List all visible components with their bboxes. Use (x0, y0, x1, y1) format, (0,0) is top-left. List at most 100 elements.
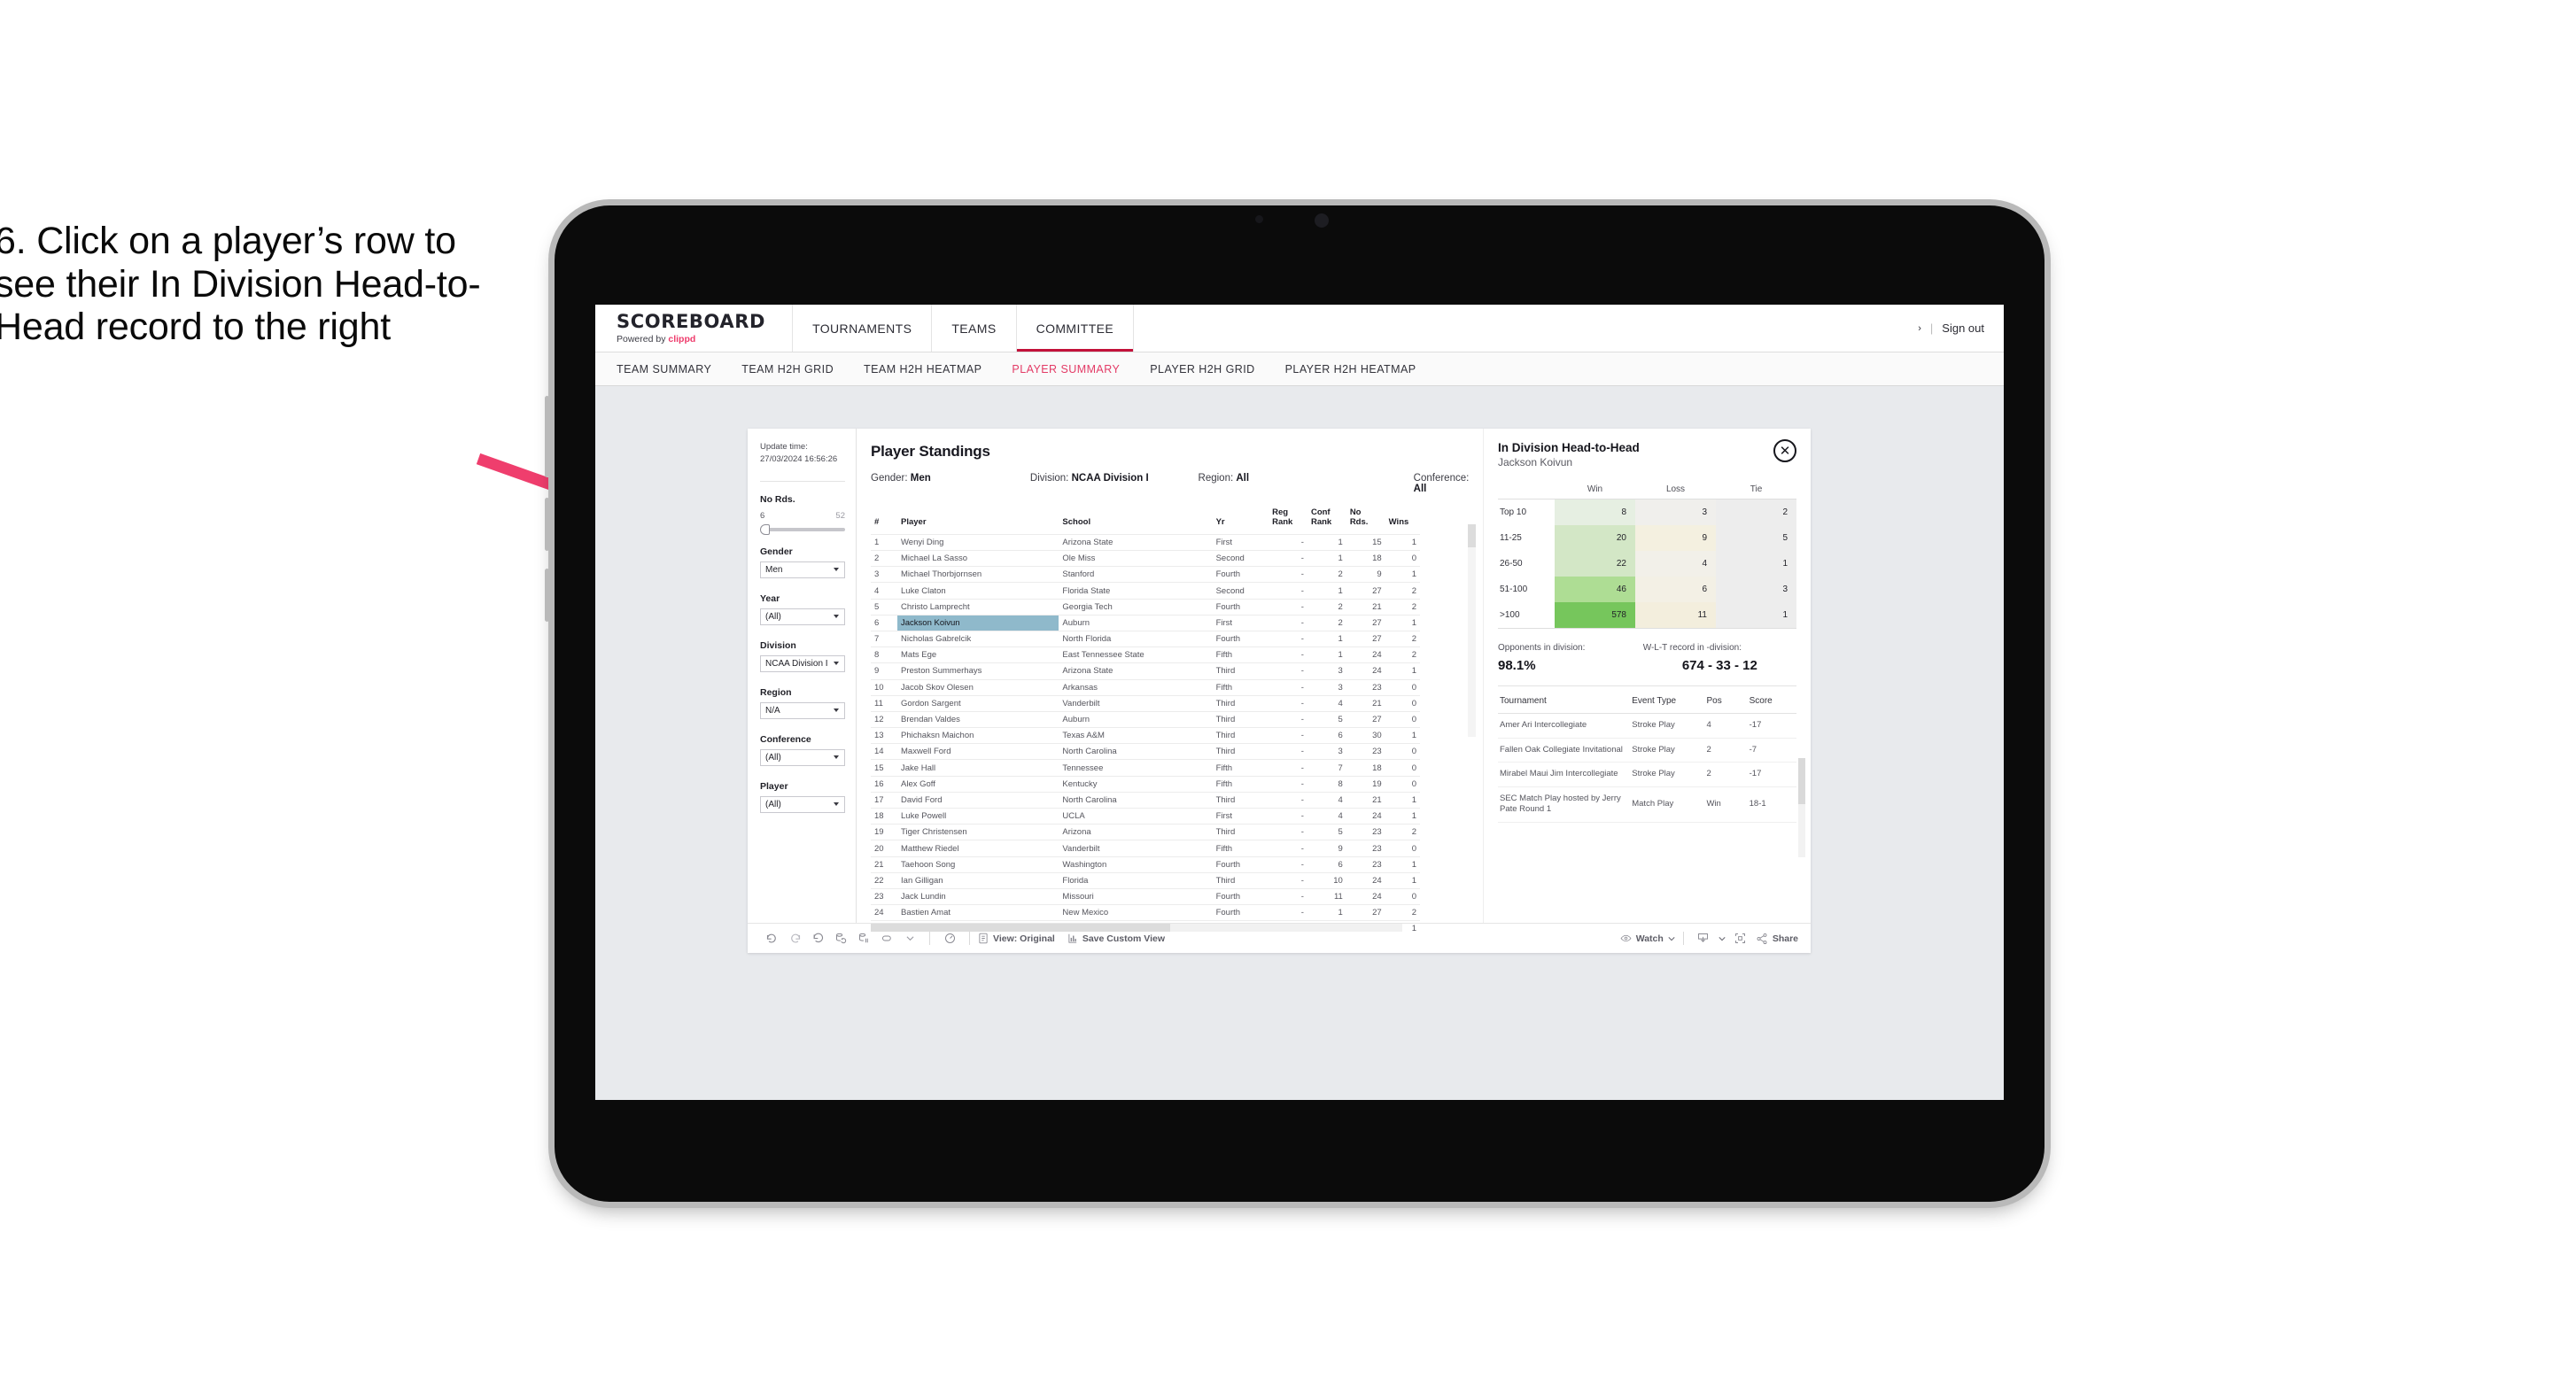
tab-player-summary[interactable]: PLAYER SUMMARY (1012, 363, 1120, 376)
table-row[interactable]: 3 Michael Thorbjornsen Stanford Fourth -2 9 1 (871, 566, 1420, 583)
nav-item-teams[interactable]: TEAMS (931, 305, 1015, 352)
cell-yr: First (1212, 808, 1269, 825)
fullscreen-icon[interactable] (1729, 932, 1752, 945)
table-row[interactable]: 10 Jacob Skov Olesen Arkansas Fifth -3 23 0 (871, 678, 1420, 696)
cell-player: Luke Powell (897, 808, 1059, 825)
revert-icon[interactable] (806, 932, 829, 945)
filter-division-select[interactable]: NCAA Division I (760, 654, 845, 672)
table-row[interactable]: 16 Alex Goff Kentucky Fifth -8 19 0 (871, 775, 1420, 793)
tab-player-h2h-grid[interactable]: PLAYER H2H GRID (1150, 363, 1254, 376)
tournament-row[interactable]: SEC Match Play hosted by Jerry Pate Roun… (1498, 786, 1796, 823)
scrollbar-thumb[interactable] (1798, 758, 1805, 804)
cell-player: Christo Lamprecht (897, 598, 1059, 616)
standings-vertical-scrollbar[interactable] (1468, 524, 1476, 737)
col-header-yr[interactable]: Yr (1213, 507, 1269, 534)
col-header-player[interactable]: Player (897, 507, 1059, 534)
chevron-down-icon[interactable] (1715, 935, 1729, 942)
table-row[interactable]: 22 Ian Gilligan Florida Third -10 24 1 (871, 871, 1420, 889)
cell-wins: 1 (1385, 727, 1420, 744)
filter-gender-select[interactable]: Men (760, 561, 845, 578)
table-row[interactable]: 2 Michael La Sasso Ole Miss Second -1 18 0 (871, 550, 1420, 567)
undo-icon[interactable] (760, 932, 783, 945)
wlt-record-stat: W-L-T record in -division: 674 - 33 - 12 (1643, 643, 1796, 673)
scrollbar-thumb[interactable] (871, 924, 1170, 932)
table-row[interactable]: 20 Matthew Riedel Vanderbilt Fifth -9 23 0 (871, 840, 1420, 857)
cell-school: Kentucky (1059, 775, 1213, 793)
cell-reg: - (1269, 566, 1307, 583)
table-row[interactable]: 6 Jackson Koivun Auburn First -2 27 1 (871, 614, 1420, 631)
table-row[interactable]: 23 Jack Lundin Missouri Fourth -11 24 0 (871, 887, 1420, 905)
slider-handle[interactable] (760, 523, 770, 535)
cell-rank: 19 (871, 824, 898, 840)
filter-region-select[interactable]: N/A (760, 701, 845, 719)
table-row[interactable]: 7 Nicholas Gabrelcik North Florida Fourth -1… (871, 630, 1420, 647)
nav-item-committee[interactable]: COMMITTEE (1015, 305, 1135, 352)
cell-player: Michael La Sasso (897, 550, 1059, 567)
h2h-row-label: >100 (1498, 602, 1555, 629)
cell-yr: Third (1212, 662, 1269, 680)
table-row[interactable]: 5 Christo Lamprecht Georgia Tech Fourth -2 21… (871, 598, 1420, 616)
h2h-row: >100 578 11 1 (1498, 602, 1796, 629)
col-header-no-rds[interactable]: No Rds. (1346, 507, 1385, 534)
filter-no-rounds-label: No Rds. (760, 493, 795, 505)
table-row[interactable]: 4 Luke Claton Florida State Second -1 27 2 (871, 582, 1420, 600)
h2h-row-label: 11-25 (1498, 525, 1555, 551)
col-header-rank[interactable]: # (871, 507, 897, 534)
table-row[interactable]: 21 Taehoon Song Washington Fourth -6 23 1 (871, 856, 1420, 873)
filter-year-select[interactable]: (All) (760, 608, 845, 625)
cell-wins: 1 (1385, 533, 1420, 551)
standings-horizontal-scrollbar[interactable] (871, 924, 1402, 932)
cell-conf: 2 (1307, 614, 1346, 631)
col-header-conf-rank[interactable]: Conf Rank (1307, 507, 1346, 534)
table-row[interactable]: 9 Preston Summerhays Arizona State Third -3 2… (871, 662, 1420, 680)
tab-team-h2h-heatmap[interactable]: TEAM H2H HEATMAP (864, 363, 982, 376)
table-row[interactable]: 14 Maxwell Ford North Carolina Third -3 23 0 (871, 743, 1420, 760)
col-header-reg-rank[interactable]: Reg Rank (1269, 507, 1307, 534)
filter-player-select[interactable]: (All) (760, 795, 845, 813)
table-row[interactable]: 8 Mats Ege East Tennessee State Fifth -1 24 2 (871, 647, 1420, 663)
filter-conference-select[interactable]: (All) (760, 748, 845, 766)
h2h-col-header-tie: Tie (1716, 484, 1796, 499)
watch-button[interactable]: Watch (1620, 933, 1675, 944)
table-row[interactable]: 1 Wenyi Ding Arizona State First -1 15 1 (871, 533, 1420, 551)
table-row[interactable]: 18 Luke Powell UCLA First -4 24 1 (871, 808, 1420, 825)
cell-rank: 9 (871, 662, 898, 680)
tournaments-scrollbar[interactable] (1798, 758, 1805, 857)
tournament-row[interactable]: Mirabel Maui Jim Intercollegiate Stroke P… (1498, 762, 1796, 787)
tournament-row[interactable]: Amer Ari Intercollegiate Stroke Play 4 -17 (1498, 713, 1796, 739)
share-button[interactable]: Share (1756, 933, 1798, 945)
tournament-row[interactable]: Fallen Oak Collegiate Invitational Stroke… (1498, 738, 1796, 763)
sign-out-link[interactable]: Sign out (1942, 321, 1984, 335)
slider-track[interactable] (760, 523, 845, 535)
col-header-wins[interactable]: Wins (1385, 507, 1420, 534)
cell-name: Fallen Oak Collegiate Invitational (1498, 738, 1631, 763)
table-row[interactable]: 13 Phichaksn Maichon Texas A&M Third -6 30 1 (871, 727, 1420, 744)
table-row[interactable]: 15 Jake Hall Tennessee Fifth -7 18 0 (871, 759, 1420, 777)
nav-item-tournaments[interactable]: TOURNAMENTS (792, 305, 931, 352)
no-rounds-slider[interactable]: 6 52 (760, 509, 845, 535)
redo-icon[interactable] (783, 932, 806, 945)
scrollbar-thumb[interactable] (1468, 524, 1476, 547)
chevron-right-icon[interactable]: › (1918, 323, 1921, 334)
download-icon[interactable] (1692, 932, 1715, 945)
cell-rds: 23 (1346, 743, 1385, 760)
table-row[interactable]: 24 Bastien Amat New Mexico Fourth -1 27 2 (871, 904, 1420, 921)
cell-school: Tennessee (1059, 759, 1213, 777)
filter-year-label: Year (760, 592, 780, 604)
close-icon[interactable]: ✕ (1773, 439, 1796, 462)
tab-team-summary[interactable]: TEAM SUMMARY (617, 363, 711, 376)
tab-team-h2h-grid[interactable]: TEAM H2H GRID (741, 363, 834, 376)
h2h-row: 26-50 22 4 1 (1498, 551, 1796, 577)
table-row[interactable]: 17 David Ford North Carolina Third -4 21 1 (871, 791, 1420, 809)
cell-reg: - (1269, 550, 1307, 567)
refresh-data-icon[interactable] (829, 932, 852, 945)
table-row[interactable]: 12 Brendan Valdes Auburn Third -5 27 0 (871, 710, 1420, 728)
header-right-group: › | Sign out (1918, 321, 2004, 335)
h2h-row-label: 26-50 (1498, 551, 1555, 577)
table-row[interactable]: 19 Tiger Christensen Arizona Third -5 23 2 (871, 824, 1420, 840)
cell-player: Jacob Skov Olesen (897, 678, 1059, 696)
tab-player-h2h-heatmap[interactable]: PLAYER H2H HEATMAP (1285, 363, 1416, 376)
standings-table-wrap: # Player School Yr Reg Rank Conf Rank No… (871, 507, 1483, 937)
table-row[interactable]: 11 Gordon Sargent Vanderbilt Third -4 21 0 (871, 694, 1420, 712)
col-header-school[interactable]: School (1059, 507, 1212, 534)
